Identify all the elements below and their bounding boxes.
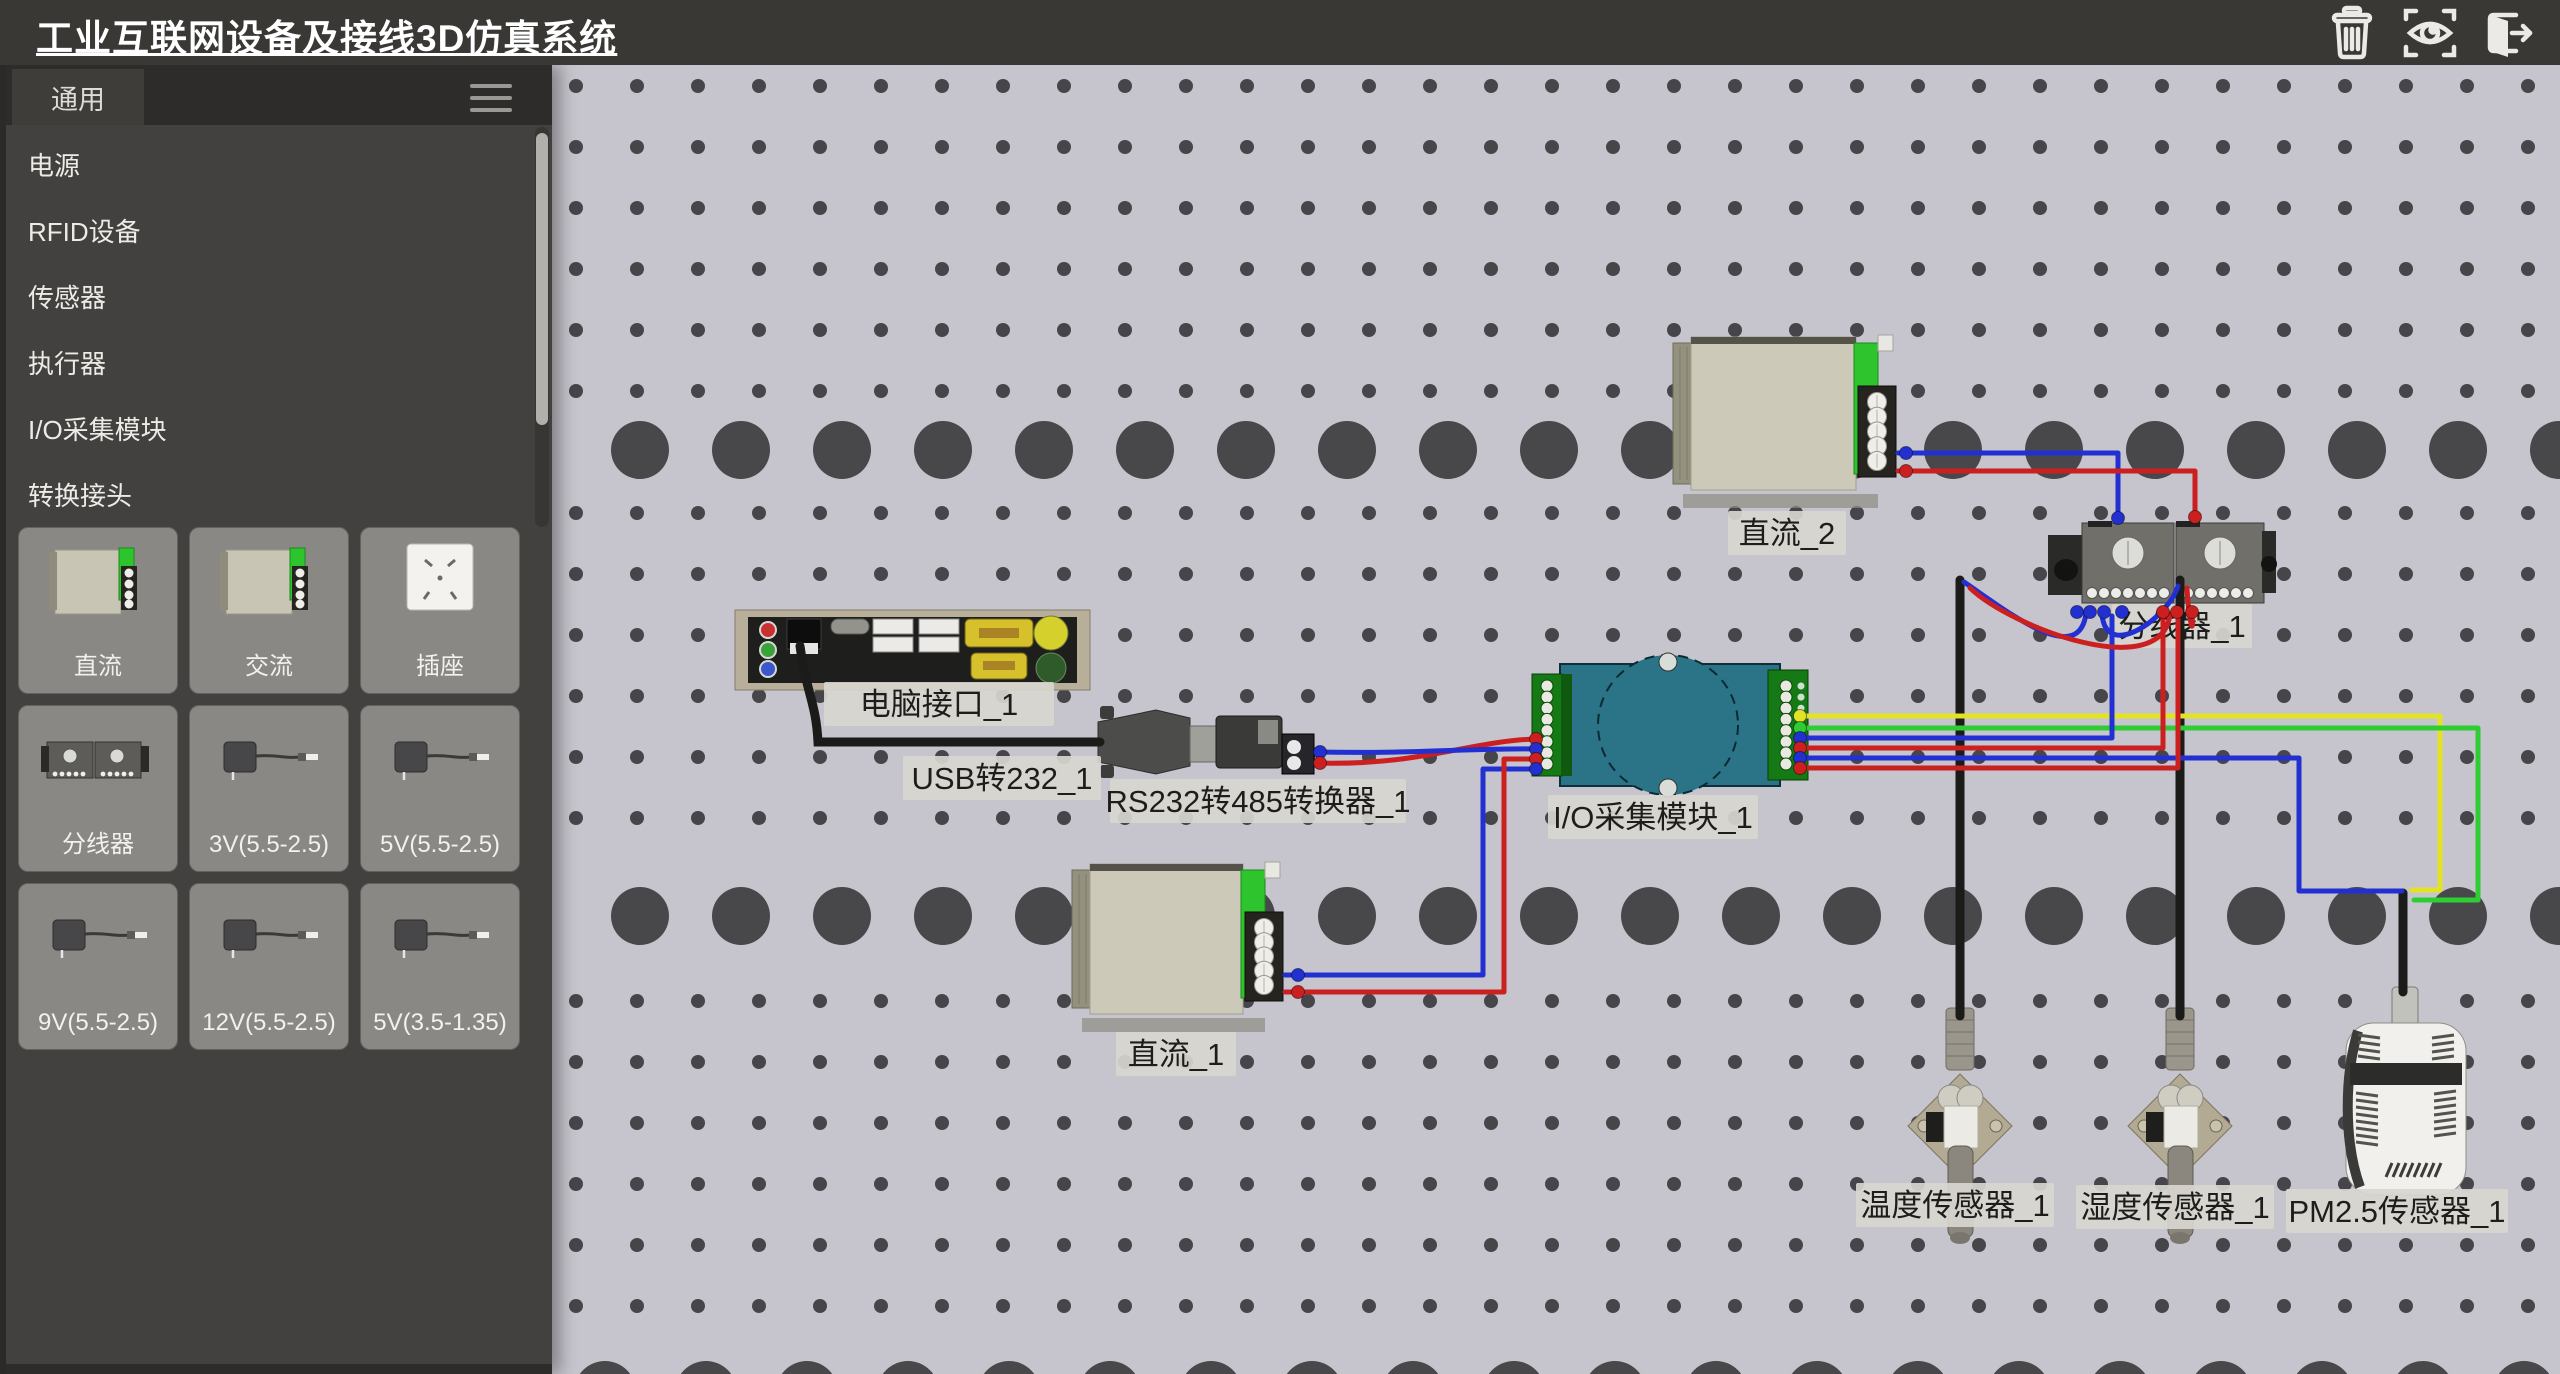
device-label: USB转232_1: [903, 756, 1101, 800]
device-label: 直流_2: [1728, 511, 1846, 555]
device-splitter-1[interactable]: [2048, 521, 2277, 603]
palette-card-直流[interactable]: 直流: [18, 527, 178, 694]
menu-icon[interactable]: [470, 84, 512, 120]
device-label: RS232转485转换器_1: [1106, 779, 1411, 823]
sidebar-item-0[interactable]: 电源: [6, 133, 526, 199]
device-pm25-sensor-1[interactable]: [2346, 987, 2466, 1195]
sidebar-item-3[interactable]: 执行器: [6, 331, 526, 397]
svg-text:温度传感器_1: 温度传感器_1: [1860, 1188, 2049, 1223]
panel-bottom-strip: [6, 1364, 552, 1374]
palette-card-label: 插座: [361, 646, 519, 681]
socket-thumbnail-icon: [377, 536, 503, 637]
adapter-thumbnail-icon: [206, 714, 332, 815]
palette-card-label: 5V(5.5-2.5): [361, 831, 519, 859]
device-palette: 直流 交流 插座 分线器 3V(5.5-2.5): [18, 527, 520, 1050]
adapter-thumbnail-icon: [377, 714, 503, 815]
scrollbar-thumb[interactable]: [536, 133, 548, 425]
palette-card-label: 12V(5.5-2.5): [190, 1009, 348, 1037]
device-label: I/O采集模块_1: [1548, 795, 1758, 839]
svg-text:电脑接口_1: 电脑接口_1: [860, 687, 1018, 722]
svg-text:RS232转485转换器_1: RS232转485转换器_1: [1106, 784, 1411, 819]
palette-card-分线器[interactable]: 分线器: [18, 705, 178, 872]
svg-text:PM2.5传感器_1: PM2.5传感器_1: [2288, 1194, 2505, 1229]
device-usb-to-232-converter-1[interactable]: [1098, 706, 1314, 778]
device-dc-power-supply-1[interactable]: [1072, 862, 1283, 1032]
device-label: PM2.5传感器_1: [2286, 1189, 2508, 1233]
exit-icon[interactable]: [2480, 5, 2536, 61]
sidebar-item-4[interactable]: I/O采集模块: [6, 397, 526, 463]
delete-icon[interactable]: [2324, 5, 2380, 61]
device-label: 湿度传感器_1: [2076, 1185, 2274, 1229]
sidebar-item-1[interactable]: RFID设备: [6, 199, 526, 265]
device-computer-interface-panel-1[interactable]: [735, 610, 1090, 690]
svg-text:湿度传感器_1: 湿度传感器_1: [2080, 1190, 2269, 1225]
palette-card-label: 交流: [190, 646, 348, 681]
palette-card-9V(5.5-2.5)[interactable]: 9V(5.5-2.5): [18, 883, 178, 1050]
tab-bar: 通用: [6, 65, 552, 125]
sidebar-item-2[interactable]: 传感器: [6, 265, 526, 331]
app-title: 工业互联网设备及接线3D仿真系统: [36, 8, 617, 62]
palette-card-label: 分线器: [19, 824, 177, 859]
device-label: 直流_1: [1116, 1032, 1236, 1076]
device-library-panel: 通用 电源RFID设备传感器执行器I/O采集模块转换接头 直流 交流 插座: [0, 65, 552, 1374]
sidebar-item-5[interactable]: 转换接头: [6, 463, 526, 529]
palette-card-5V(5.5-2.5)[interactable]: 5V(5.5-2.5): [360, 705, 520, 872]
device-label: 电脑接口_1: [824, 682, 1054, 726]
palette-card-label: 5V(3.5-1.35): [361, 1009, 519, 1037]
palette-card-5V(3.5-1.35)[interactable]: 5V(3.5-1.35): [360, 883, 520, 1050]
palette-card-label: 直流: [19, 646, 177, 681]
adapter-thumbnail-icon: [377, 892, 503, 993]
psu-thumbnail-icon: [206, 536, 332, 637]
svg-text:直流_2: 直流_2: [1739, 516, 1835, 551]
category-list: 电源RFID设备传感器执行器I/O采集模块转换接头: [6, 133, 526, 529]
svg-text:I/O采集模块_1: I/O采集模块_1: [1553, 800, 1753, 835]
adapter-thumbnail-icon: [35, 892, 161, 993]
palette-card-label: 3V(5.5-2.5): [190, 831, 348, 859]
device-dc-power-supply-2[interactable]: [1673, 335, 1896, 508]
scrollbar: [535, 127, 549, 527]
psu-thumbnail-icon: [35, 536, 161, 637]
device-io-acquisition-module-1[interactable]: [1532, 653, 1808, 797]
adapter-thumbnail-icon: [206, 892, 332, 993]
palette-card-插座[interactable]: 插座: [360, 527, 520, 694]
splitter-thumbnail-icon: [35, 714, 161, 815]
preview-icon[interactable]: [2402, 5, 2458, 61]
palette-card-交流[interactable]: 交流: [189, 527, 349, 694]
tab-general[interactable]: 通用: [12, 69, 144, 125]
toolbar: [2324, 5, 2536, 61]
device-label: 温度传感器_1: [1856, 1183, 2054, 1227]
palette-card-3V(5.5-2.5)[interactable]: 3V(5.5-2.5): [189, 705, 349, 872]
svg-text:USB转232_1: USB转232_1: [912, 761, 1093, 796]
svg-text:直流_1: 直流_1: [1128, 1037, 1224, 1072]
palette-card-12V(5.5-2.5)[interactable]: 12V(5.5-2.5): [189, 883, 349, 1050]
title-bar: 工业互联网设备及接线3D仿真系统: [0, 0, 2560, 65]
palette-card-label: 9V(5.5-2.5): [19, 1009, 177, 1037]
